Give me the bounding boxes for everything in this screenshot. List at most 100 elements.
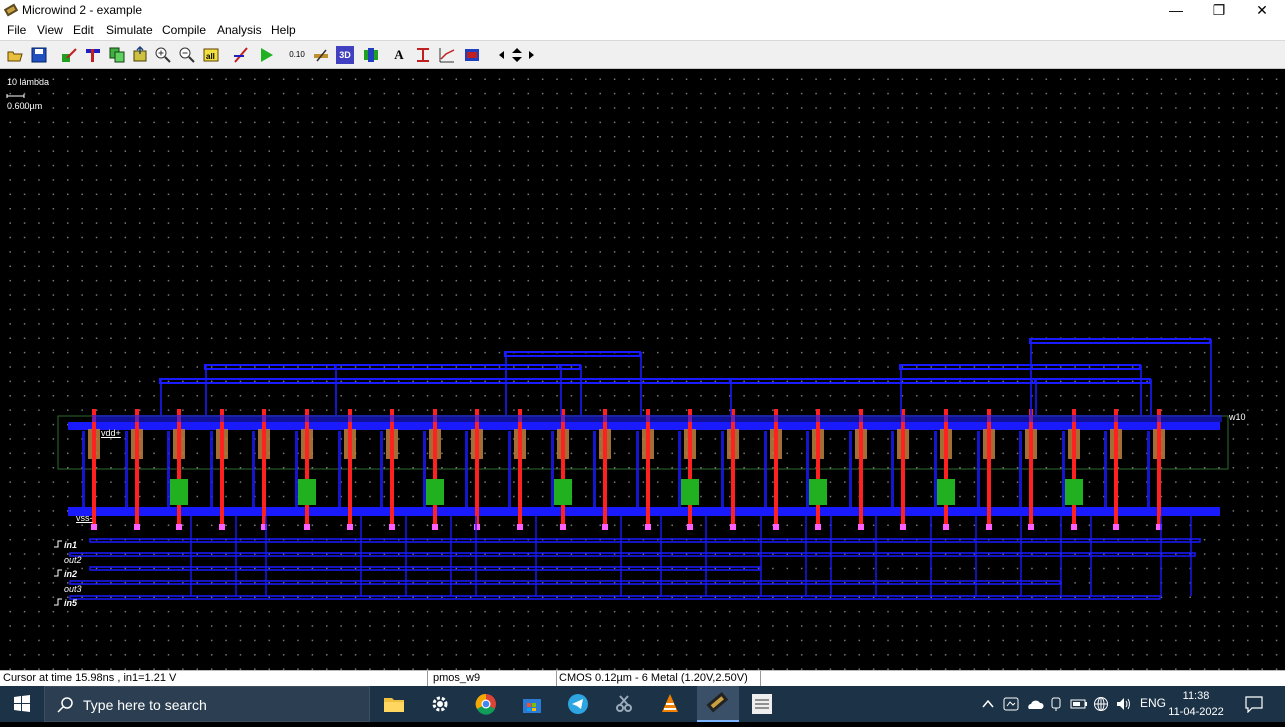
menu-compile[interactable]: Compile xyxy=(162,23,206,37)
routing-via-top xyxy=(1140,365,1142,415)
close-button[interactable]: ✕ xyxy=(1240,0,1284,21)
poly-gate xyxy=(1029,409,1033,529)
metal-strap xyxy=(1062,431,1065,507)
vdd-label: vdd+ xyxy=(101,428,121,438)
chrome-icon[interactable] xyxy=(474,692,498,716)
layout-icon[interactable] xyxy=(362,46,380,64)
routing-via-top xyxy=(1035,379,1037,415)
onedrive-icon[interactable] xyxy=(1026,696,1044,712)
taskbar-clock[interactable]: 11:38 11-04-2022 xyxy=(1168,688,1224,720)
contact xyxy=(858,524,864,530)
language-indicator[interactable]: ENG xyxy=(1140,696,1166,710)
contact xyxy=(943,524,949,530)
poly-gate xyxy=(901,409,905,529)
connect-icon[interactable] xyxy=(312,46,330,64)
bus-drop xyxy=(1160,516,1162,596)
copy-icon[interactable] xyxy=(108,46,126,64)
menu-bar: File View Edit Simulate Compile Analysis… xyxy=(0,21,1285,40)
clock-pin-glyph xyxy=(54,540,62,548)
notification-icon[interactable] xyxy=(1244,695,1264,713)
poly-gate xyxy=(220,409,224,529)
open-file-icon[interactable] xyxy=(6,46,24,64)
show-hidden-icons[interactable] xyxy=(982,698,994,710)
routing-wire-top xyxy=(334,364,561,370)
snipping-tool-icon[interactable] xyxy=(612,692,636,716)
battery-icon[interactable] xyxy=(1070,698,1088,710)
menu-simulate[interactable]: Simulate xyxy=(106,23,153,37)
start-button[interactable] xyxy=(0,686,44,722)
bus-drop xyxy=(830,516,832,596)
bus-drop xyxy=(805,516,807,596)
window-title: Microwind 2 - example xyxy=(22,3,143,17)
routing-via-top xyxy=(505,352,507,415)
contact xyxy=(773,524,779,530)
routing-via-top xyxy=(560,365,562,415)
routing-via-top xyxy=(730,379,732,415)
microwind-taskbar-icon[interactable] xyxy=(697,686,739,722)
vss-label: vss- xyxy=(76,513,93,523)
save-icon[interactable] xyxy=(30,46,48,64)
poly-gate xyxy=(603,409,607,529)
layout-canvas[interactable]: 10 lambda 0.600µm vdd+ vss- w10 in1 out2… xyxy=(0,69,1285,670)
taskbar-search[interactable]: Type here to search xyxy=(44,686,370,722)
3d-view-button[interactable]: 3D xyxy=(336,46,354,64)
view-all-icon[interactable]: all xyxy=(202,46,220,64)
minimize-button[interactable]: — xyxy=(1154,0,1198,21)
microwind-app-icon xyxy=(4,3,18,17)
menu-edit[interactable]: Edit xyxy=(73,23,94,37)
routing-via-top xyxy=(580,365,582,415)
routing-via-top xyxy=(160,379,162,415)
nmos-diffusion xyxy=(809,479,827,505)
cross-section-icon[interactable]: 0.10 xyxy=(288,46,306,64)
settings-gear-icon[interactable] xyxy=(428,692,452,716)
contact xyxy=(219,524,225,530)
library-icon[interactable] xyxy=(463,46,481,64)
bus-drop xyxy=(265,516,267,596)
tray-app-icon[interactable] xyxy=(1003,696,1019,712)
meet-now-icon[interactable] xyxy=(1049,696,1063,712)
draw-box-icon[interactable] xyxy=(60,46,78,64)
telegram-icon[interactable] xyxy=(566,692,590,716)
bus-drop xyxy=(1190,516,1192,596)
zoom-out-icon[interactable] xyxy=(178,46,196,64)
title-bar: Microwind 2 - example — ❐ ✕ xyxy=(0,0,1285,21)
contact xyxy=(900,524,906,530)
routing-via-top xyxy=(900,365,902,415)
timing-chart-icon[interactable] xyxy=(438,46,456,64)
vlc-icon[interactable] xyxy=(658,692,682,716)
label-strip xyxy=(92,415,1222,422)
metal-strap xyxy=(508,431,511,507)
file-explorer-icon[interactable] xyxy=(382,692,406,716)
store-icon[interactable] xyxy=(520,692,544,716)
run-simulation-icon[interactable] xyxy=(257,46,275,64)
status-bar: Cursor at time 15.98ns , in1=1.21 V pmos… xyxy=(0,670,1285,686)
metal-strap xyxy=(636,431,639,507)
mos-generator-icon[interactable] xyxy=(84,46,102,64)
restore-button[interactable]: ❐ xyxy=(1197,0,1241,21)
routing-via-top xyxy=(205,365,207,415)
text-tool-button[interactable]: A xyxy=(390,46,408,64)
contact xyxy=(560,524,566,530)
menu-help[interactable]: Help xyxy=(271,23,296,37)
routing-bus xyxy=(69,552,1196,557)
poly-gate xyxy=(987,409,991,529)
navigate-arrows-icon[interactable] xyxy=(496,46,538,64)
cursor-status: Cursor at time 15.98ns , in1=1.21 V xyxy=(3,672,177,684)
menu-analysis[interactable]: Analysis xyxy=(217,23,262,37)
contact xyxy=(687,524,693,530)
network-globe-icon[interactable] xyxy=(1093,696,1109,712)
volume-icon[interactable] xyxy=(1115,696,1133,712)
poly-gate xyxy=(688,409,692,529)
zoom-in-icon[interactable] xyxy=(154,46,172,64)
contact xyxy=(1113,524,1119,530)
menu-view[interactable]: View xyxy=(37,23,63,37)
menu-file[interactable]: File xyxy=(7,23,26,37)
metal-strap xyxy=(210,431,213,507)
bus-drop xyxy=(535,516,537,596)
routing-wire-top xyxy=(1029,338,1211,344)
move-icon[interactable] xyxy=(131,45,149,64)
contact xyxy=(730,524,736,530)
dsch-icon[interactable] xyxy=(750,692,774,716)
measure-icon[interactable] xyxy=(232,46,250,64)
add-pin-icon[interactable] xyxy=(414,46,432,64)
